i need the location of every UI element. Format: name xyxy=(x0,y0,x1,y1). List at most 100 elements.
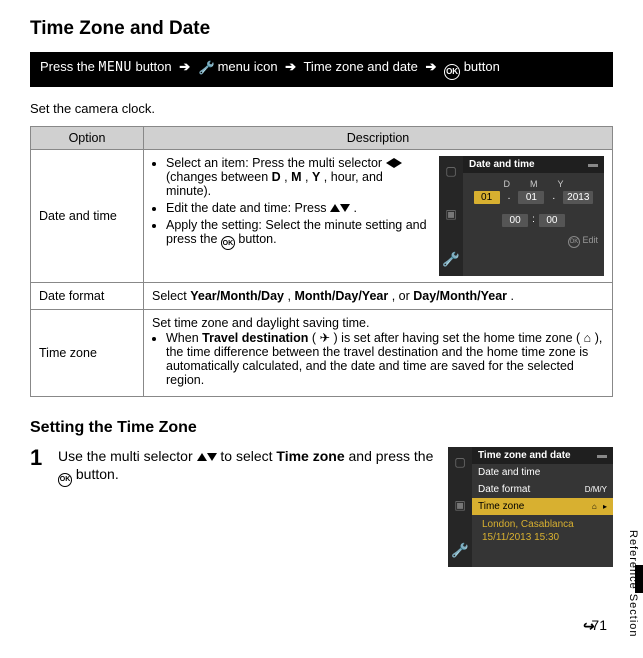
dot: . xyxy=(552,191,555,204)
text: button. xyxy=(76,466,119,482)
label-d: D xyxy=(503,179,510,189)
breadcrumb-text: button xyxy=(135,59,175,74)
text: Use the multi selector xyxy=(58,448,197,464)
wrench-icon: 🔧 xyxy=(198,59,214,75)
camera-icon: ▢ xyxy=(454,455,465,469)
text: ( xyxy=(312,331,316,345)
ok-icon: OK xyxy=(568,236,580,248)
list-item: Apply the setting: Select the minute set… xyxy=(166,218,431,251)
value-month: 01 xyxy=(518,191,544,204)
breadcrumb-item: Time zone and date xyxy=(303,59,417,74)
home-icon: ⌂ xyxy=(592,502,597,511)
battery-icon: ▬ xyxy=(588,159,598,170)
text: Edit the date and time: Press xyxy=(166,201,330,215)
text: to select xyxy=(220,448,276,464)
location-text: London, Casablanca xyxy=(472,515,613,530)
value-hour: 00 xyxy=(502,214,528,227)
up-arrow-icon xyxy=(197,453,207,461)
option-description: Select Year/Month/Day , Month/Day/Year ,… xyxy=(144,282,613,309)
text: Apply the setting: Select the minute set… xyxy=(166,218,427,246)
intro-text: Set the camera clock. xyxy=(30,101,613,116)
text: Set time zone and daylight saving time. xyxy=(152,316,604,330)
down-arrow-icon xyxy=(340,204,350,212)
breadcrumb-prefix: Press the xyxy=(40,59,99,74)
text: , or xyxy=(392,289,414,303)
ok-icon: OK xyxy=(221,236,235,250)
ok-icon: OK xyxy=(444,64,460,80)
table-row: Date and time Select an item: Press the … xyxy=(31,149,613,282)
screen-title: Date and time xyxy=(469,159,535,170)
reference-icon: ↪ xyxy=(582,618,592,635)
text: Select xyxy=(152,289,190,303)
option-label: Date and time xyxy=(31,149,144,282)
value-year: 2013 xyxy=(563,191,593,204)
option-label: Date format xyxy=(31,282,144,309)
bold-text: Day/Month/Year xyxy=(413,289,507,303)
menu-value: D/M/Y xyxy=(585,485,607,494)
list-item: Select an item: Press the multi selector… xyxy=(166,156,431,198)
label-m: M xyxy=(530,179,538,189)
wrench-icon: 🔧 xyxy=(443,250,460,267)
bold-text: D xyxy=(272,170,281,184)
value-minute: 00 xyxy=(539,214,565,227)
play-icon: ▣ xyxy=(445,207,456,221)
table-head-description: Description xyxy=(144,126,613,149)
datetime-text: 15/11/2013 15:30 xyxy=(472,530,613,543)
page-footer: ↪71 xyxy=(30,617,613,635)
breadcrumb-text: menu icon xyxy=(218,59,282,74)
options-table: Option Description Date and time Select … xyxy=(30,126,613,397)
table-row: Time zone Set time zone and daylight sav… xyxy=(31,309,613,396)
menu-label: Date and time xyxy=(478,467,540,478)
battery-icon: ▬ xyxy=(597,450,607,461)
value-day: 01 xyxy=(474,191,500,204)
table-head-option: Option xyxy=(31,126,144,149)
colon: : xyxy=(532,214,535,227)
bold-text: Y xyxy=(312,170,320,184)
text: . xyxy=(511,289,514,303)
text: When xyxy=(166,331,202,345)
step-text: Use the multi selector to select Time zo… xyxy=(58,447,438,488)
camera-screen-date: ▢ ▣ 🔧 Date and time ▬ D xyxy=(439,156,604,276)
text: and press the xyxy=(349,448,434,464)
ok-icon: OK xyxy=(58,473,72,487)
right-arrow-icon xyxy=(394,158,402,168)
menu-item-selected: Time zone ⌂ ▸ xyxy=(472,498,613,515)
text: (changes between xyxy=(166,170,272,184)
bold-text: Travel destination xyxy=(202,331,308,345)
down-arrow-icon xyxy=(207,453,217,461)
page-title: Time Zone and Date xyxy=(30,18,613,40)
chevron-right-icon: ▸ xyxy=(603,502,607,511)
step-number: 1 xyxy=(30,447,48,469)
arrow-icon: ➔ xyxy=(179,59,190,74)
label-y: Y xyxy=(557,179,563,189)
bold-text: Time zone xyxy=(276,448,344,464)
wrench-icon: 🔧 xyxy=(452,541,469,558)
menu-button-label: MENU xyxy=(99,60,132,75)
text: ) is set after having set the home time … xyxy=(334,331,581,345)
arrow-icon: ➔ xyxy=(426,59,437,74)
step-1: 1 Use the multi selector to select Time … xyxy=(30,447,613,567)
screen-title: Time zone and date xyxy=(478,450,571,461)
page-number: 71 xyxy=(591,617,607,633)
option-label: Time zone xyxy=(31,309,144,396)
bold-text: M xyxy=(291,170,301,184)
sub-heading: Setting the Time Zone xyxy=(30,419,613,437)
text: button. xyxy=(238,232,276,246)
menu-label: Time zone xyxy=(478,501,524,512)
camera-screen-timezone: ▢ ▣ 🔧 Time zone and date ▬ Date and time… xyxy=(448,447,613,567)
up-arrow-icon xyxy=(330,204,340,212)
text: Select an item: Press the multi selector xyxy=(166,156,386,170)
dot: . xyxy=(508,191,511,204)
breadcrumb: Press the MENU button ➔ 🔧 menu icon ➔ Ti… xyxy=(30,52,613,87)
arrow-icon: ➔ xyxy=(285,59,296,74)
travel-icon: ✈ xyxy=(320,331,330,345)
bold-text: Year/Month/Day xyxy=(190,289,284,303)
breadcrumb-text: button xyxy=(464,59,500,74)
left-arrow-icon xyxy=(386,158,394,168)
edit-label: Edit xyxy=(582,235,598,245)
list-item: Edit the date and time: Press . xyxy=(166,201,431,215)
bold-text: Month/Day/Year xyxy=(294,289,388,303)
option-description: Set time zone and daylight saving time. … xyxy=(144,309,613,396)
home-icon: ⌂ xyxy=(584,331,592,345)
table-row: Date format Select Year/Month/Day , Mont… xyxy=(31,282,613,309)
